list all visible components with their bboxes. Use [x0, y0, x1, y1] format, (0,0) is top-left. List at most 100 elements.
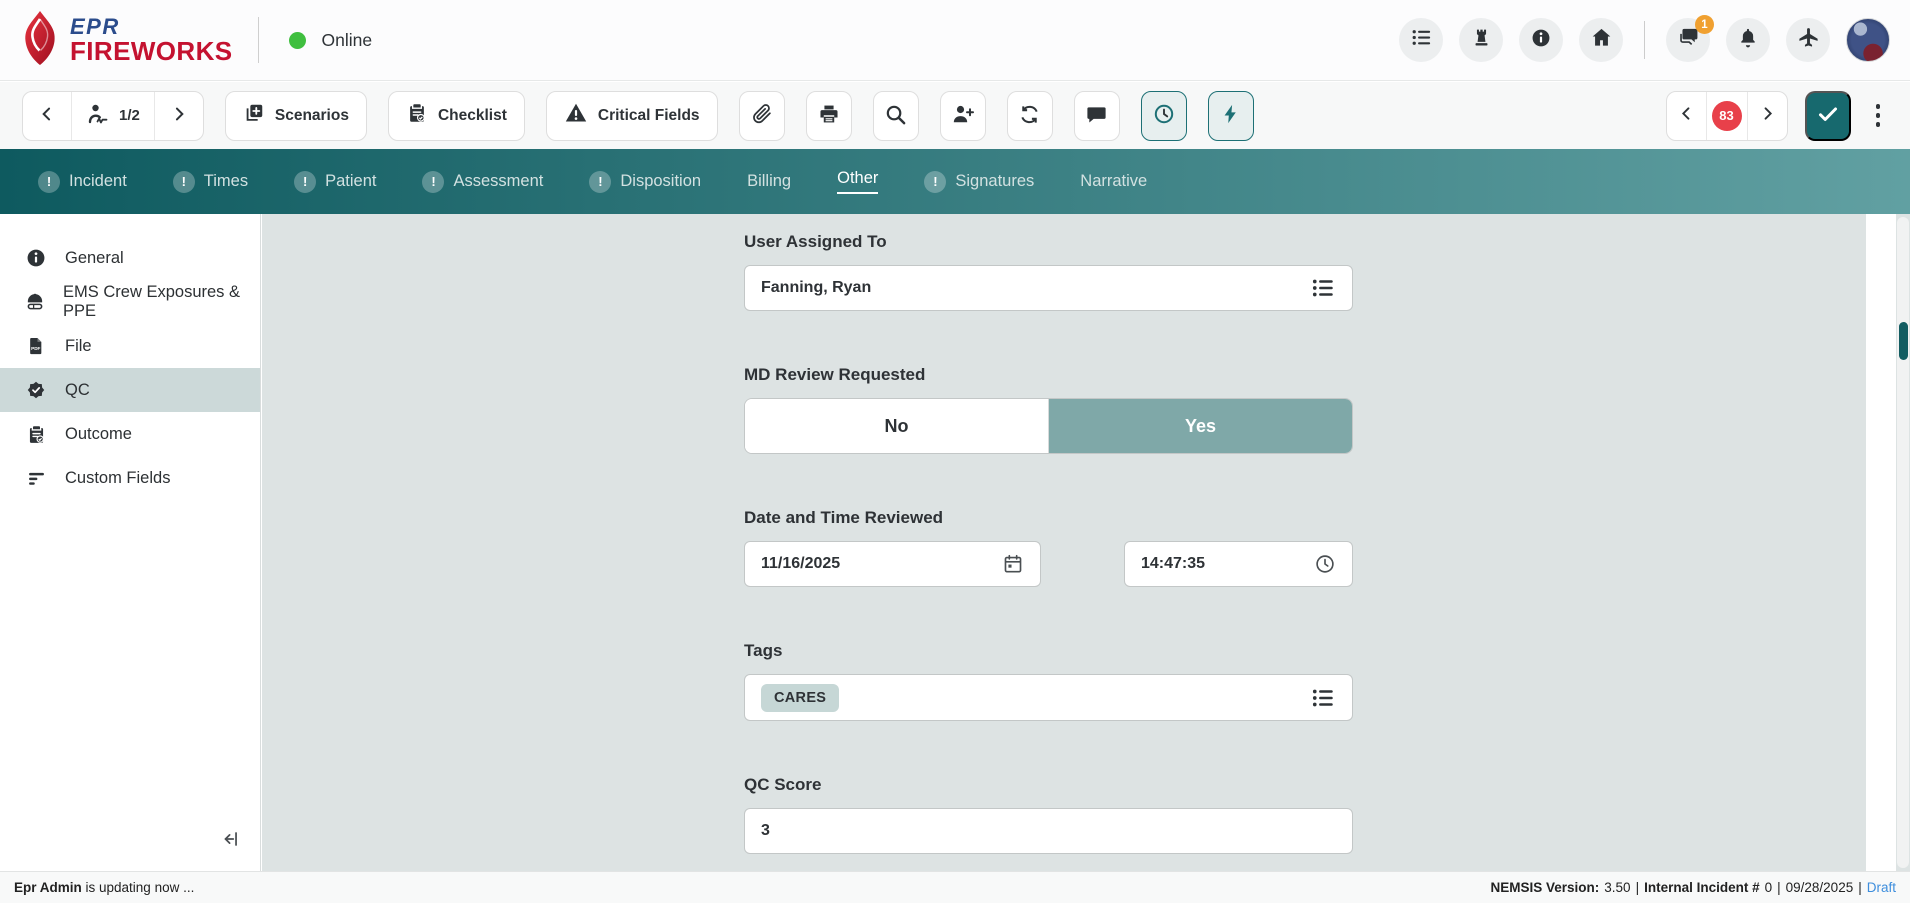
critical-fields-button[interactable]: Critical Fields	[546, 91, 718, 141]
tab-billing[interactable]: Billing	[747, 172, 791, 191]
field-label: QC Score	[744, 775, 1353, 795]
collapse-left-icon	[220, 837, 242, 854]
tab-patient[interactable]: Patient	[294, 171, 376, 193]
field-label: User Assigned To	[744, 232, 1353, 252]
tag-chip[interactable]: CARES	[761, 684, 839, 712]
user-assigned-to-input[interactable]: Fanning, Ryan	[744, 265, 1353, 311]
info-button[interactable]	[1519, 18, 1563, 62]
clock-icon[interactable]	[1314, 553, 1336, 575]
calendar-icon[interactable]	[1002, 553, 1024, 575]
info-icon	[24, 247, 48, 269]
field-md-review-requested: MD Review Requested No Yes	[744, 365, 1353, 454]
checklist-button[interactable]: Checklist	[388, 91, 525, 141]
clock-icon	[1152, 102, 1176, 129]
previous-change-button[interactable]	[1667, 92, 1707, 140]
tab-assessment[interactable]: Assessment	[422, 171, 543, 193]
list-picker-icon[interactable]	[1310, 685, 1336, 711]
sync-button[interactable]	[1007, 91, 1053, 141]
print-button[interactable]	[806, 91, 852, 141]
scrollbar-gutter	[1866, 214, 1896, 871]
section-navbar: Incident Times Patient Assessment Dispos…	[0, 149, 1910, 214]
status-bar: Epr Admin is updating now ... NEMSIS Ver…	[0, 871, 1910, 903]
tab-other[interactable]: Other	[837, 169, 878, 194]
header-divider	[258, 17, 259, 63]
notifications-button[interactable]	[1726, 18, 1770, 62]
scrollbar-thumb[interactable]	[1899, 322, 1908, 360]
list-picker-icon[interactable]	[1310, 275, 1336, 301]
sidebar-item-file[interactable]: PDF File	[0, 324, 260, 368]
sidebar-item-qc[interactable]: QC	[0, 368, 260, 412]
clipboard-check-icon	[24, 424, 48, 445]
change-count-badge: 83	[1712, 101, 1742, 131]
menu-list-button[interactable]	[1399, 18, 1443, 62]
field-user-assigned-to: User Assigned To Fanning, Ryan	[744, 232, 1353, 311]
ppe-helmet-icon	[24, 291, 46, 313]
save-button[interactable]	[1805, 91, 1851, 141]
alert-icon	[589, 171, 611, 193]
more-options-button[interactable]	[1868, 104, 1889, 127]
svg-text:PDF: PDF	[31, 346, 40, 351]
field-label: Tags	[744, 641, 1353, 661]
scrollbar-track[interactable]	[1897, 217, 1909, 868]
transport-button[interactable]	[1786, 18, 1830, 62]
scenarios-button[interactable]: Scenarios	[225, 91, 367, 141]
checklist-label: Checklist	[438, 107, 507, 125]
avatar[interactable]	[1846, 18, 1890, 62]
next-change-button[interactable]	[1748, 92, 1787, 140]
tab-signatures[interactable]: Signatures	[924, 171, 1034, 193]
sidebar-item-custom-fields[interactable]: Custom Fields	[0, 456, 260, 500]
info-icon	[1530, 27, 1552, 54]
tab-incident[interactable]: Incident	[38, 171, 127, 193]
add-crew-button[interactable]	[940, 91, 986, 141]
tab-times[interactable]: Times	[173, 171, 248, 193]
comments-button[interactable]	[1074, 91, 1120, 141]
person-add-icon	[951, 102, 975, 129]
time-reviewed-input[interactable]: 14:47:35	[1124, 541, 1353, 587]
sidebar-item-ems-crew-exposures[interactable]: EMS Crew Exposures & PPE	[0, 280, 260, 324]
field-label: MD Review Requested	[744, 365, 1353, 385]
tags-input[interactable]: CARES	[744, 674, 1353, 721]
checkmark-icon	[1816, 102, 1840, 129]
online-status-label: Online	[321, 30, 372, 51]
tab-narrative[interactable]: Narrative	[1080, 172, 1147, 191]
collapse-sidebar-button[interactable]	[220, 828, 242, 855]
previous-record-button[interactable]	[23, 92, 72, 140]
tab-disposition[interactable]: Disposition	[589, 171, 701, 193]
rook-button[interactable]	[1459, 18, 1503, 62]
qc-score-input[interactable]: 3	[744, 808, 1353, 854]
search-button[interactable]	[873, 91, 919, 141]
times-quick-entry-button[interactable]	[1141, 91, 1187, 141]
field-qc-score: QC Score 3	[744, 775, 1353, 854]
change-pager: 83	[1666, 91, 1788, 141]
quick-actions-button[interactable]	[1208, 91, 1254, 141]
app-header: EPR FIREWORKS Online	[0, 0, 1910, 81]
home-icon	[1590, 26, 1613, 54]
chevron-right-icon	[1758, 104, 1777, 127]
alert-icon	[173, 171, 195, 193]
alert-icon	[924, 171, 946, 193]
sidebar-item-general[interactable]: General	[0, 236, 260, 280]
sidebar-item-outcome[interactable]: Outcome	[0, 412, 260, 456]
field-label: Date and Time Reviewed	[744, 508, 1353, 528]
draft-status-link[interactable]: Draft	[1867, 880, 1896, 895]
messages-button[interactable]: 1	[1666, 18, 1710, 62]
next-record-button[interactable]	[155, 92, 203, 140]
qc-badge-icon	[24, 379, 48, 401]
scenarios-label: Scenarios	[275, 107, 349, 125]
attachments-button[interactable]	[739, 91, 785, 141]
home-button[interactable]	[1579, 18, 1623, 62]
scenarios-icon	[243, 102, 265, 129]
qc-score-value: 3	[761, 822, 1336, 840]
search-icon	[884, 103, 907, 129]
record-position[interactable]: 1/2	[72, 92, 155, 140]
activity-status: Epr Admin is updating now ...	[14, 880, 194, 895]
md-review-option-no[interactable]: No	[745, 399, 1049, 453]
change-count-cell: 83	[1707, 92, 1748, 140]
user-assigned-to-value: Fanning, Ryan	[761, 279, 1310, 297]
alert-icon	[422, 171, 444, 193]
chevron-left-icon	[37, 104, 57, 128]
md-review-option-yes[interactable]: Yes	[1049, 399, 1352, 453]
critical-fields-label: Critical Fields	[598, 107, 700, 125]
list-icon	[1410, 26, 1433, 54]
date-reviewed-input[interactable]: 11/16/2025	[744, 541, 1041, 587]
